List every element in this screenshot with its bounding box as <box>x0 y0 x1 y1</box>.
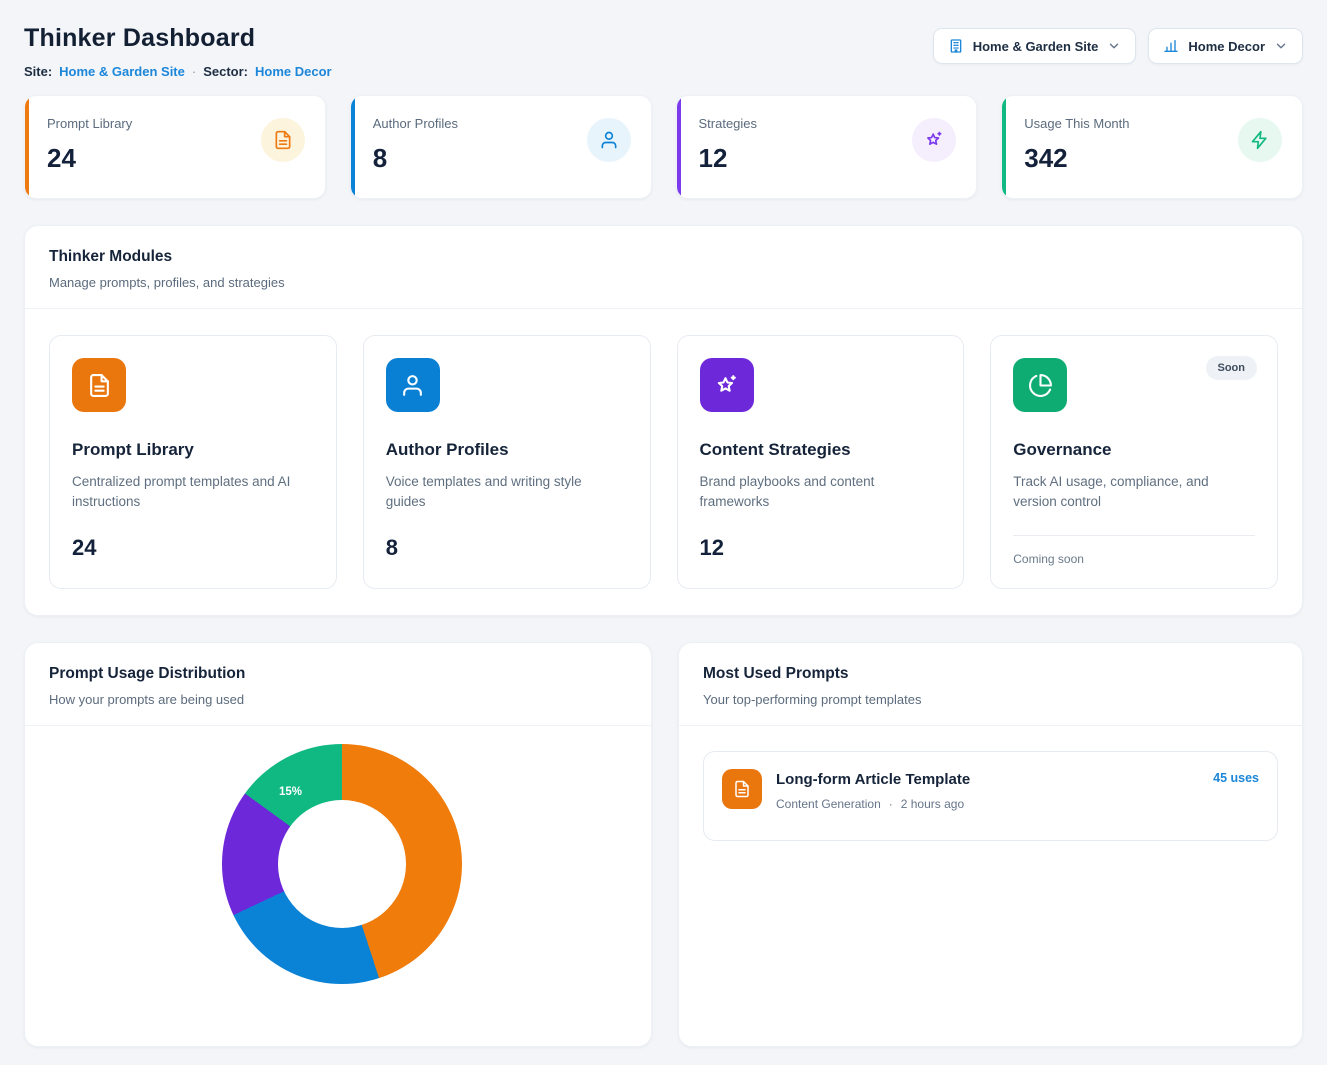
top-bar: Thinker Dashboard Site: Home & Garden Si… <box>24 18 1303 79</box>
most-used-subtitle: Your top-performing prompt templates <box>703 692 1278 707</box>
site-label: Site: <box>24 64 52 79</box>
item-uses-badge: 45 uses <box>1213 771 1259 785</box>
dashboard-page: Thinker Dashboard Site: Home & Garden Si… <box>0 0 1327 1065</box>
item-text-block: Long-form Article Template Content Gener… <box>776 769 970 811</box>
item-category: Content Generation <box>776 797 881 811</box>
module-description: Brand playbooks and content frameworks <box>700 472 935 513</box>
most-used-prompts-panel: Most Used Prompts Your top-performing pr… <box>678 642 1303 1047</box>
stat-card-prompt-library: Prompt Library 24 <box>24 95 326 199</box>
bolt-icon <box>1238 118 1282 162</box>
site-link[interactable]: Home & Garden Site <box>59 64 185 79</box>
chevron-down-icon <box>1107 39 1121 53</box>
prompt-list: Long-form Article Template Content Gener… <box>679 726 1302 866</box>
module-title: Prompt Library <box>72 440 314 460</box>
stat-cards-row: Prompt Library 24 Author Profiles 8 Stra… <box>24 95 1303 199</box>
item-title: Long-form Article Template <box>776 771 970 788</box>
most-used-header: Most Used Prompts Your top-performing pr… <box>679 643 1302 726</box>
divider <box>1013 535 1255 536</box>
person-icon <box>587 118 631 162</box>
stat-card-usage: Usage This Month 342 <box>1001 95 1303 199</box>
module-count: 12 <box>700 535 942 561</box>
usage-title: Prompt Usage Distribution <box>49 665 627 683</box>
chevron-down-icon <box>1274 39 1288 53</box>
donut-chart <box>222 744 462 984</box>
document-icon <box>261 118 305 162</box>
sector-label: Sector: <box>203 64 248 79</box>
site-selector-dropdown[interactable]: Home & Garden Site <box>933 28 1137 64</box>
soon-badge: Soon <box>1206 356 1258 380</box>
module-title: Author Profiles <box>386 440 628 460</box>
sparkle-star-icon <box>700 358 754 412</box>
thinker-modules-section: Thinker Modules Manage prompts, profiles… <box>24 225 1303 616</box>
list-item[interactable]: Long-form Article Template Content Gener… <box>703 751 1278 841</box>
document-icon <box>72 358 126 412</box>
module-card-content-strategies[interactable]: Content Strategies Brand playbooks and c… <box>677 335 965 589</box>
header-controls: Home & Garden Site Home Decor <box>933 28 1303 64</box>
breadcrumb-separator: · <box>192 64 196 79</box>
sector-selector-label: Home Decor <box>1188 39 1265 54</box>
module-card-author-profiles[interactable]: Author Profiles Voice templates and writ… <box>363 335 651 589</box>
module-title: Content Strategies <box>700 440 942 460</box>
stat-card-strategies: Strategies 12 <box>676 95 978 199</box>
usage-header: Prompt Usage Distribution How your promp… <box>25 643 651 726</box>
module-description: Centralized prompt templates and AI inst… <box>72 472 307 513</box>
most-used-title: Most Used Prompts <box>703 665 1278 683</box>
bar-chart-icon <box>1163 38 1179 54</box>
document-icon <box>722 769 762 809</box>
sparkle-star-icon <box>912 118 956 162</box>
person-icon <box>386 358 440 412</box>
bottom-row: Prompt Usage Distribution How your promp… <box>24 642 1303 1047</box>
sector-selector-dropdown[interactable]: Home Decor <box>1148 28 1303 64</box>
module-card-prompt-library[interactable]: Prompt Library Centralized prompt templa… <box>49 335 337 589</box>
prompt-usage-panel: Prompt Usage Distribution How your promp… <box>24 642 652 1047</box>
module-count: 24 <box>72 535 314 561</box>
stat-card-author-profiles: Author Profiles 8 <box>350 95 652 199</box>
modules-header: Thinker Modules Manage prompts, profiles… <box>25 226 1302 309</box>
modules-subtitle: Manage prompts, profiles, and strategies <box>49 275 1278 290</box>
meta-separator: · <box>889 797 893 811</box>
module-title: Governance <box>1013 440 1255 460</box>
module-description: Track AI usage, compliance, and version … <box>1013 472 1248 513</box>
module-card-governance[interactable]: Soon Governance Track AI usage, complian… <box>990 335 1278 589</box>
breadcrumb: Site: Home & Garden Site · Sector: Home … <box>24 64 332 79</box>
title-block: Thinker Dashboard Site: Home & Garden Si… <box>24 18 332 79</box>
module-count: 8 <box>386 535 628 561</box>
usage-subtitle: How your prompts are being used <box>49 692 627 707</box>
module-description: Voice templates and writing style guides <box>386 472 621 513</box>
item-meta: Content Generation · 2 hours ago <box>776 797 970 811</box>
pie-chart-icon <box>1013 358 1067 412</box>
coming-soon-text: Coming soon <box>1013 552 1255 566</box>
item-time: 2 hours ago <box>901 797 964 811</box>
donut-segment-label: 15% <box>279 786 302 798</box>
building-icon <box>948 38 964 54</box>
donut-chart-area: 15% <box>25 726 651 1046</box>
modules-title: Thinker Modules <box>49 248 1278 266</box>
page-title: Thinker Dashboard <box>24 24 332 53</box>
modules-grid: Prompt Library Centralized prompt templa… <box>25 309 1302 615</box>
sector-link[interactable]: Home Decor <box>255 64 332 79</box>
site-selector-label: Home & Garden Site <box>973 39 1099 54</box>
